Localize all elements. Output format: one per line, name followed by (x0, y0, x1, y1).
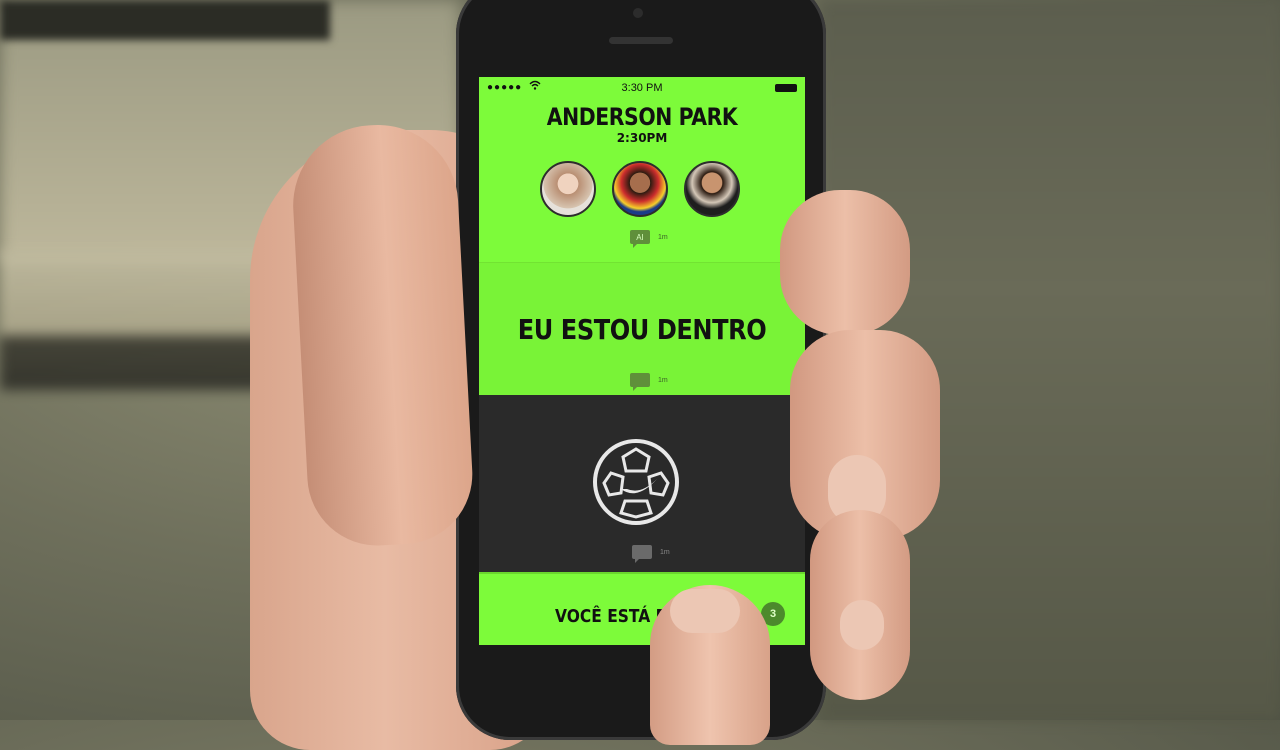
hand-finger (780, 190, 910, 335)
chat-bubble-icon (632, 545, 652, 563)
message-text: EU ESTOU DENTRO (517, 313, 767, 346)
hand-finger (810, 510, 910, 700)
chat-bubble-icon (630, 373, 650, 391)
message-age: 1m (658, 233, 668, 241)
participant-list (479, 161, 805, 219)
message-age: 1m (658, 376, 668, 384)
ball-message-card[interactable]: 1m (479, 395, 805, 572)
message-meta: 1m (632, 545, 670, 563)
status-bar: ●●●●● 3:30 PM (479, 77, 805, 97)
status-time: 3:30 PM (621, 82, 663, 94)
chat-bubble-icon: AI (630, 230, 650, 248)
event-header: ANDERSON PARK 2:30PM (479, 103, 805, 145)
front-camera (633, 8, 643, 18)
event-time: 2:30PM (616, 131, 668, 145)
tapping-finger (650, 585, 770, 745)
hand-thumb (289, 120, 476, 550)
event-location: ANDERSON PARK (546, 103, 738, 131)
message-meta: 1m (630, 373, 668, 391)
message-meta: AI 1m (630, 230, 668, 248)
hand-finger (790, 330, 940, 540)
earpiece-speaker (609, 37, 673, 44)
join-status-label: VOCÊ ESTÁ D (555, 606, 669, 627)
message-age: 1m (660, 548, 670, 556)
avatar[interactable] (684, 161, 740, 217)
nike-ball-icon (593, 439, 679, 525)
avatar[interactable] (612, 161, 668, 217)
app-screen: ●●●●● 3:30 PM ANDERSON PARK 2:30PM AI 1m… (479, 77, 805, 645)
battery-icon (775, 84, 797, 92)
background-bar (0, 0, 330, 40)
avatar[interactable] (540, 161, 596, 217)
